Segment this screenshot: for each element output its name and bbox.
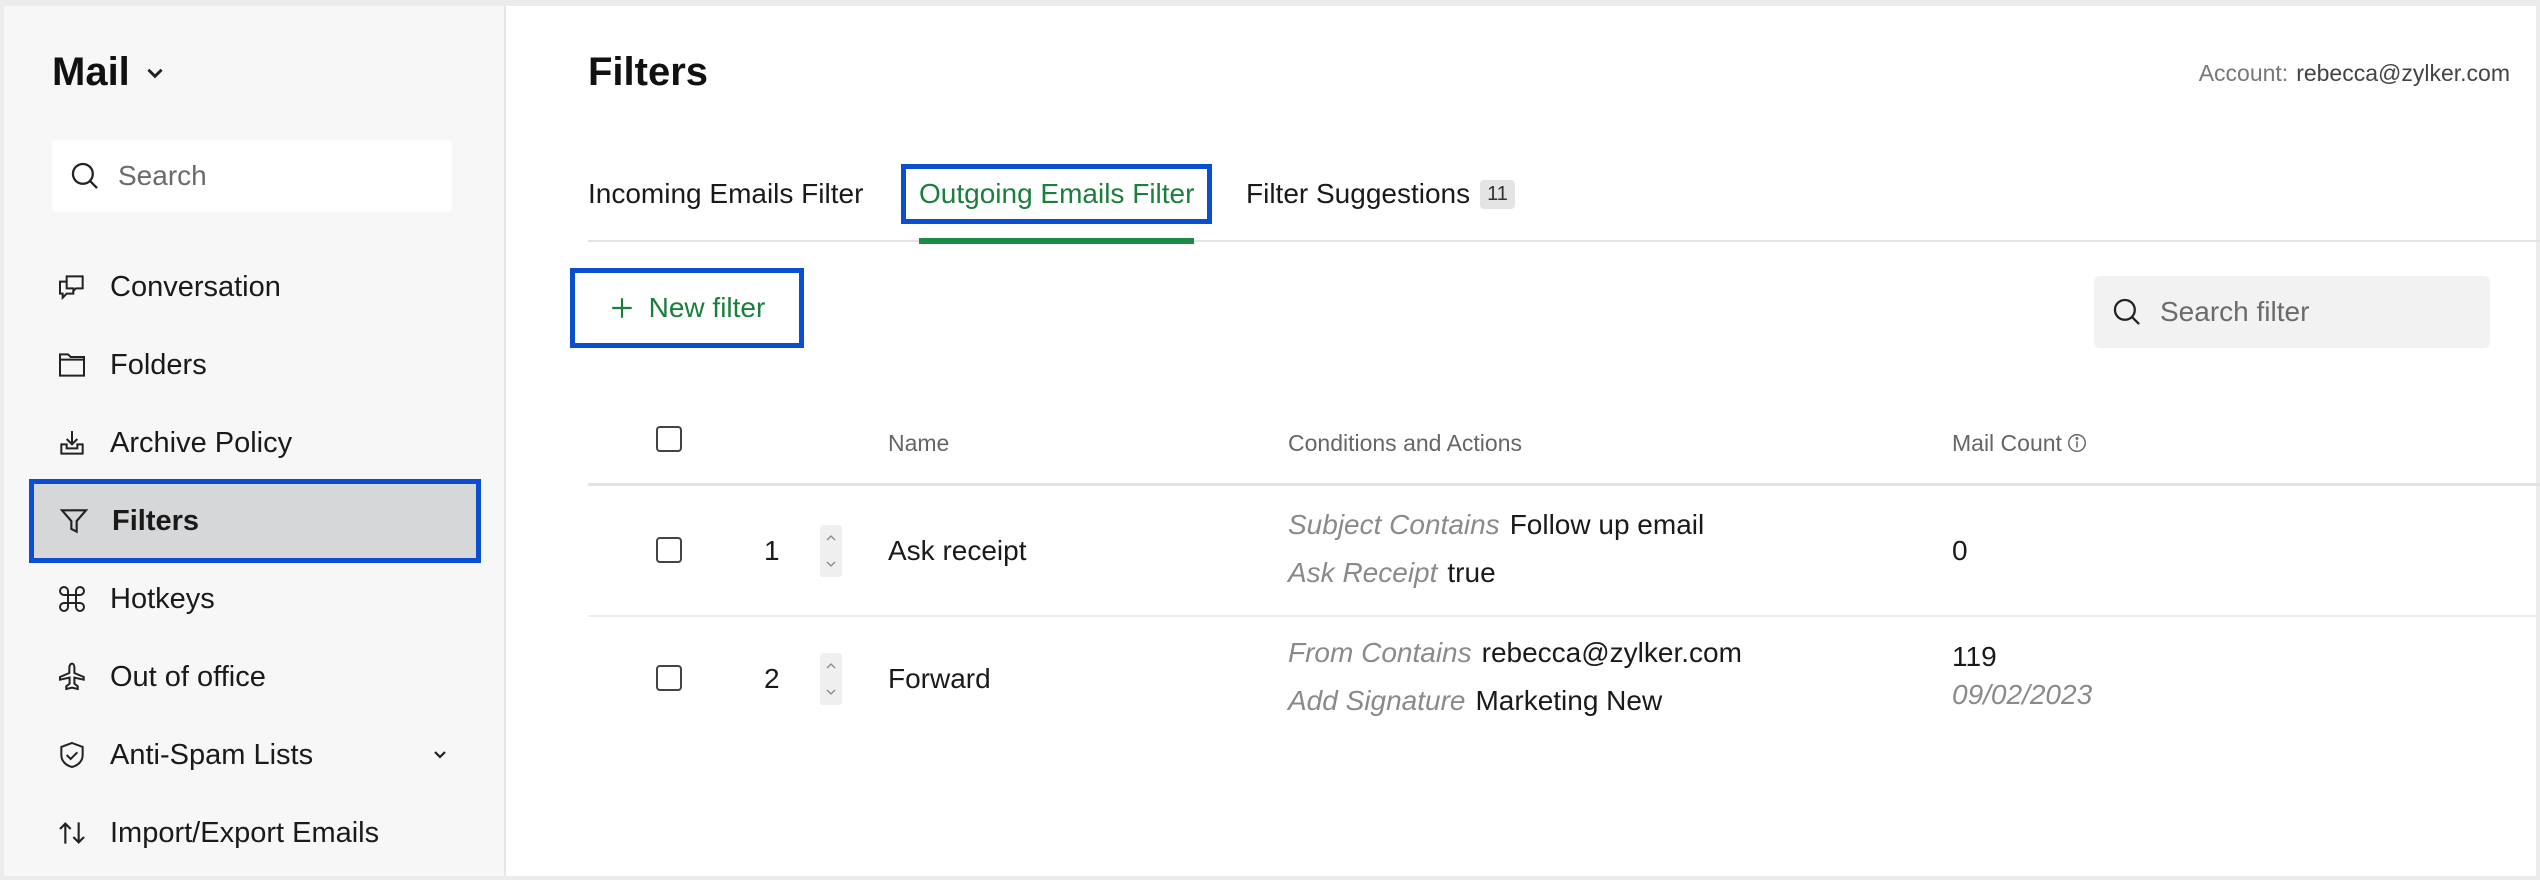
filter-name[interactable]: Forward bbox=[888, 663, 991, 695]
mail-count-value: 0 bbox=[1952, 535, 1968, 566]
page-title: Filters bbox=[588, 50, 709, 94]
plus-icon bbox=[611, 298, 632, 318]
sidebar-item-conversation[interactable]: Conversation bbox=[32, 250, 478, 324]
sidebar-item-label: Folders bbox=[110, 348, 207, 381]
search-filter-input[interactable] bbox=[2160, 296, 2460, 328]
condition-line: Ask Receipt true bbox=[1288, 549, 1704, 597]
column-conditions: Conditions and Actions bbox=[1288, 430, 1522, 456]
chevron-up-icon[interactable] bbox=[825, 533, 837, 543]
column-mail-count-label: Mail Count bbox=[1952, 430, 2062, 456]
new-filter-button[interactable]: New filter bbox=[570, 268, 804, 348]
condition-value: Follow up email bbox=[1509, 509, 1705, 540]
last-applied-date: 09/02/2023 bbox=[1952, 679, 2093, 710]
search-filter[interactable] bbox=[2094, 276, 2490, 348]
filter-conditions: From Contains rebecca@zylker.com Add Sign… bbox=[1288, 629, 1742, 725]
mail-count: 119 09/02/2023 bbox=[1952, 641, 2092, 711]
tab-incoming-emails-filter[interactable]: Incoming Emails Filter bbox=[588, 178, 863, 210]
sidebar-search[interactable] bbox=[52, 140, 452, 212]
sidebar: Mail Conversation Folders Archive Policy bbox=[4, 6, 506, 876]
chevron-up-icon[interactable] bbox=[825, 661, 837, 671]
account-email: rebecca@zylker.com bbox=[2296, 60, 2510, 86]
sidebar-item-label: Anti-Spam Lists bbox=[110, 738, 314, 771]
select-all-checkbox[interactable] bbox=[656, 426, 682, 452]
condition-key: Add Signature bbox=[1288, 685, 1466, 716]
chevron-down-icon[interactable] bbox=[825, 559, 837, 569]
sidebar-item-label: Hotkeys bbox=[110, 582, 215, 615]
app-title: Mail bbox=[52, 50, 130, 94]
mail-count: 0 bbox=[1952, 535, 1968, 567]
sidebar-search-input[interactable] bbox=[118, 160, 418, 192]
account-info: Account: rebecca@zylker.com bbox=[2199, 60, 2510, 87]
sidebar-item-label: Filters bbox=[112, 504, 200, 537]
sidebar-item-archive-policy[interactable]: Archive Policy bbox=[32, 406, 478, 480]
main-content: Filters Account: rebecca@zylker.com Incom… bbox=[506, 6, 2540, 876]
condition-line: From Contains rebecca@zylker.com bbox=[1288, 629, 1742, 677]
app-switcher[interactable]: Mail bbox=[52, 50, 166, 95]
sidebar-item-hotkeys[interactable]: Hotkeys bbox=[32, 562, 478, 636]
condition-key: From Contains bbox=[1288, 637, 1472, 668]
mail-count-value: 119 bbox=[1952, 641, 1997, 672]
sidebar-item-out-of-office[interactable]: Out of office bbox=[32, 640, 478, 714]
row-order: 2 bbox=[764, 663, 780, 694]
app-window: Mail Conversation Folders Archive Policy bbox=[4, 6, 2540, 876]
import-export-icon bbox=[59, 822, 85, 844]
column-name: Name bbox=[888, 430, 950, 456]
condition-line: Subject Contains Follow up email bbox=[1288, 501, 1704, 549]
airplane-icon bbox=[59, 662, 85, 691]
filter-name[interactable]: Ask receipt bbox=[888, 535, 1027, 567]
conversation-icon bbox=[59, 275, 84, 301]
condition-value: Marketing New bbox=[1475, 685, 1663, 716]
folder-icon bbox=[59, 353, 85, 377]
chevron-down-icon[interactable] bbox=[430, 745, 450, 765]
condition-key: Subject Contains bbox=[1288, 509, 1500, 540]
tab-filter-suggestions[interactable]: Filter Suggestions 11 bbox=[1246, 178, 1515, 210]
filter-icon bbox=[59, 509, 89, 534]
account-label: Account: bbox=[2198, 60, 2289, 86]
search-icon bbox=[71, 162, 98, 189]
suggestions-count-badge: 11 bbox=[1480, 180, 1515, 209]
tab-label: Incoming Emails Filter bbox=[588, 178, 864, 209]
tab-outgoing-emails-filter[interactable]: Outgoing Emails Filter bbox=[901, 164, 1213, 244]
row-checkbox[interactable] bbox=[656, 665, 682, 691]
archive-icon bbox=[60, 431, 84, 455]
condition-value: true bbox=[1447, 557, 1496, 588]
condition-value: rebecca@zylker.com bbox=[1481, 637, 1742, 668]
table-row[interactable]: 1 Ask receipt Subject Contains Follow up … bbox=[588, 489, 2540, 617]
sidebar-item-label: Archive Policy bbox=[110, 426, 293, 459]
sidebar-item-anti-spam-lists[interactable]: Anti-Spam Lists bbox=[32, 718, 478, 792]
shield-check-icon bbox=[60, 741, 84, 769]
table-row[interactable]: 2 Forward From Contains rebecca@zylker.co… bbox=[588, 617, 2540, 745]
sidebar-item-label: Out of office bbox=[110, 660, 266, 693]
reorder-control[interactable] bbox=[820, 653, 842, 705]
column-mail-count: Mail Count bbox=[1952, 430, 2088, 457]
tab-label: Filter Suggestions bbox=[1246, 178, 1471, 209]
active-tab-indicator bbox=[919, 238, 1195, 244]
row-order: 1 bbox=[764, 535, 780, 566]
info-icon[interactable] bbox=[2066, 432, 2088, 454]
row-checkbox[interactable] bbox=[656, 537, 682, 563]
sidebar-item-label: Conversation bbox=[110, 270, 281, 303]
search-icon bbox=[2113, 298, 2140, 325]
sidebar-item-label: Import/Export Emails bbox=[110, 816, 380, 849]
highlight-box bbox=[901, 164, 1213, 224]
reorder-control[interactable] bbox=[820, 525, 842, 577]
sidebar-item-import-export[interactable]: Import/Export Emails bbox=[32, 796, 478, 870]
condition-key: Ask Receipt bbox=[1288, 557, 1438, 588]
condition-line: Add Signature Marketing New bbox=[1288, 677, 1742, 725]
table-header: Name Conditions and Actions Mail Count bbox=[588, 406, 2540, 486]
filter-conditions: Subject Contains Follow up email Ask Rece… bbox=[1288, 501, 1704, 597]
command-key-icon bbox=[59, 586, 85, 612]
sidebar-item-folders[interactable]: Folders bbox=[32, 328, 478, 402]
chevron-down-icon bbox=[147, 68, 163, 78]
sidebar-item-filters[interactable]: Filters bbox=[29, 479, 481, 563]
new-filter-label: New filter bbox=[648, 292, 766, 323]
chevron-down-icon[interactable] bbox=[825, 687, 837, 697]
filter-tabs: Incoming Emails Filter Outgoing Emails F… bbox=[588, 156, 2540, 244]
